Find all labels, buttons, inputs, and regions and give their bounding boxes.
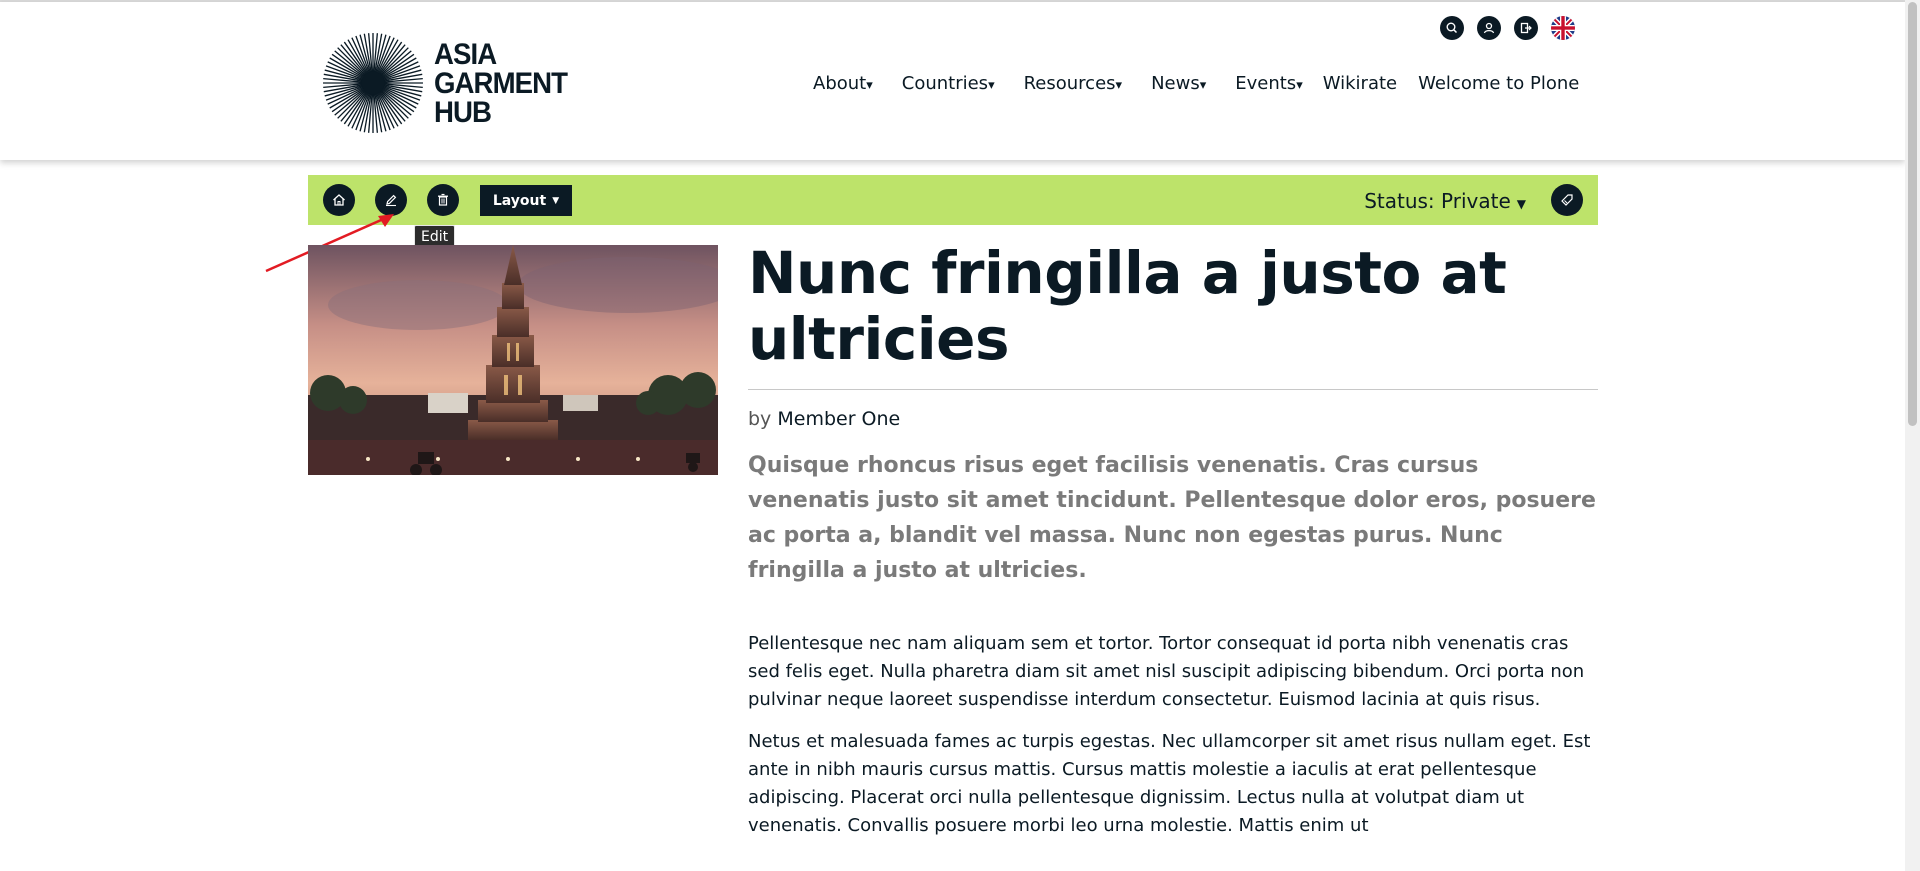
byline-prefix: by [748,408,772,430]
uk-flag-icon[interactable] [1551,16,1575,40]
nav-item-welcome[interactable]: Welcome to Plone [1418,73,1579,94]
layout-dropdown[interactable]: Layout ▼ [480,185,572,216]
nav-label: Welcome to Plone [1418,73,1580,94]
delete-icon [438,193,448,206]
page-title: Nunc fringilla a justo at ultricies [748,239,1507,373]
byline: by Member One [748,408,900,430]
logo-line: GARMENT [434,66,568,100]
nav-item-news[interactable]: News▾ [1151,73,1206,94]
caret-down-icon: ▼ [552,195,560,206]
tag-icon [1561,194,1573,206]
user-icon[interactable] [1477,16,1501,40]
article-body: Pellentesque nec nam aliquam sem et tort… [748,630,1598,854]
page-scrollbar[interactable] [1905,0,1920,871]
nav-item-countries[interactable]: Countries▾ [902,73,995,94]
author-link[interactable]: Member One [777,408,900,430]
site-header: ASIA GARMENT HUB About▾ Countries▾ Resou… [0,2,1905,160]
article: Nunc fringilla a justo at ultricies by M… [748,239,1598,836]
layout-label: Layout [492,192,547,209]
caret-down-icon: ▼ [1516,197,1526,211]
nav-item-about[interactable]: About▾ [813,73,873,94]
status-dropdown[interactable]: Status: Private ▼ [1364,189,1526,213]
tag-button[interactable] [1551,184,1583,216]
article-lead-image [308,245,718,475]
logo-line: HUB [434,95,492,129]
main-nav: About▾ Countries▾ Resources▾ News▾ Event… [813,73,1579,94]
site-logo[interactable]: ASIA GARMENT HUB [322,32,579,134]
edit-toolbar: Layout ▼ Status: Private ▼ [308,175,1598,225]
scrollbar-thumb[interactable] [1908,2,1917,426]
nav-label: Events [1235,73,1297,94]
nav-item-resources[interactable]: Resources▾ [1024,73,1122,94]
logo-line: ASIA [434,37,497,71]
search-icon[interactable] [1440,16,1464,40]
caret-down-icon: ▾ [1115,78,1123,93]
caret-down-icon: ▾ [1296,78,1303,93]
logo-text: ASIA GARMENT HUB [434,37,568,129]
caret-down-icon: ▾ [866,78,873,93]
body-paragraph: Netus et malesuada fames ac turpis egest… [748,731,1591,836]
logout-icon[interactable] [1514,16,1538,40]
article-lead: Quisque rhoncus risus eget facilisis ven… [748,453,1596,583]
status-label: Status: Private [1364,189,1511,213]
utility-icons [1440,16,1575,40]
nav-label: Wikirate [1322,73,1398,94]
caret-down-icon: ▾ [1199,78,1207,93]
nav-label: Countries [901,73,989,94]
nav-item-events[interactable]: Events▾ [1235,73,1302,94]
nav-item-wikirate[interactable]: Wikirate [1323,73,1397,94]
title-divider [748,389,1598,390]
sunburst-logo-icon [323,33,423,133]
monument-photo [308,245,718,475]
nav-label: Resources [1023,73,1116,94]
delete-button[interactable] [427,184,459,216]
nav-label: About [813,73,867,94]
nav-label: News [1151,73,1200,94]
caret-down-icon: ▾ [988,78,995,93]
body-paragraph: Pellentesque nec nam aliquam sem et tort… [748,633,1585,710]
